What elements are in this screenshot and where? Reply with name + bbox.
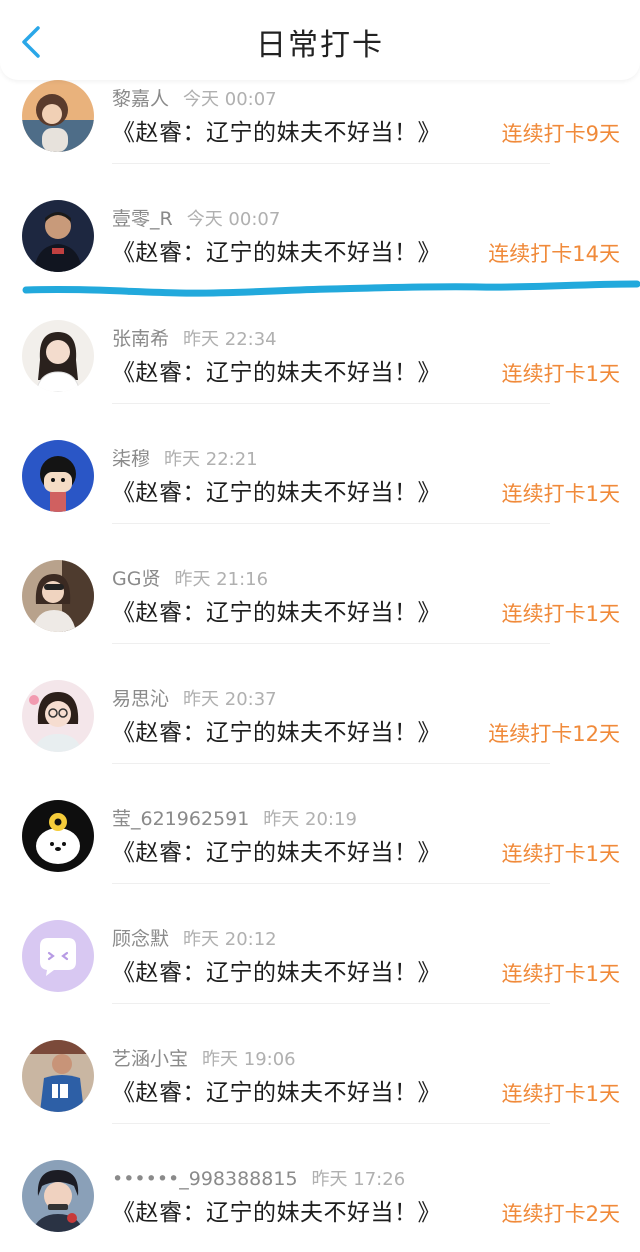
list-item[interactable]: GG贤 昨天 21:16 《赵睿：辽宁的妹夫不好当！》 连续打卡1天 [0, 524, 640, 644]
checkin-time: 昨天 22:21 [164, 449, 258, 470]
checkin-content[interactable]: 《赵睿：辽宁的妹夫不好当！》 [112, 838, 441, 868]
user-name-text: 顾念默 [112, 928, 170, 950]
checkin-time: 昨天 22:34 [183, 329, 277, 350]
checkin-content[interactable]: 《赵睿：辽宁的妹夫不好当！》 [112, 958, 441, 988]
streak-label: 连续打卡9天 [501, 122, 620, 146]
checkin-content[interactable]: 《赵睿：辽宁的妹夫不好当！》 [112, 358, 441, 388]
avatar[interactable] [22, 680, 94, 752]
checkin-time: 昨天 17:26 [311, 1169, 406, 1190]
user-name: GG贤 昨天 21:16 [112, 567, 268, 592]
user-name: 顾念默 昨天 20:12 [112, 927, 277, 952]
checkin-content[interactable]: 《赵睿：辽宁的妹夫不好当！》 [112, 718, 441, 748]
user-name-text: 柒穆 [112, 448, 151, 470]
avatar[interactable] [22, 1160, 94, 1232]
avatar[interactable] [22, 320, 94, 392]
checkin-content[interactable]: 《赵睿：辽宁的妹夫不好当！》 [112, 238, 441, 268]
avatar[interactable] [22, 440, 94, 512]
list-item[interactable]: 易思沁 昨天 20:37 《赵睿：辽宁的妹夫不好当！》 连续打卡12天 [0, 644, 640, 764]
list-item[interactable]: 张南希 昨天 22:34 《赵睿：辽宁的妹夫不好当！》 连续打卡1天 [0, 284, 640, 404]
avatar[interactable] [22, 800, 94, 872]
list-item[interactable]: 莹_621962591 昨天 20:19 《赵睿：辽宁的妹夫不好当！》 连续打卡1… [0, 764, 640, 884]
streak-label: 连续打卡14天 [488, 242, 620, 266]
user-name-text: 艺涵小宝 [112, 1048, 189, 1070]
user-name: ••••••_998388815 昨天 17:26 [112, 1167, 405, 1192]
avatar[interactable] [22, 920, 94, 992]
checkin-content[interactable]: 《赵睿：辽宁的妹夫不好当！》 [112, 118, 441, 148]
checkin-time: 今天 00:07 [186, 209, 281, 230]
streak-label: 连续打卡12天 [488, 722, 620, 746]
checkin-content[interactable]: 《赵睿：辽宁的妹夫不好当！》 [112, 598, 441, 628]
checkin-time: 今天 00:07 [183, 89, 277, 110]
avatar[interactable] [22, 1040, 94, 1112]
user-name: 莹_621962591 昨天 20:19 [112, 807, 357, 832]
streak-label: 连续打卡2天 [501, 1202, 620, 1226]
user-name: 壹零_R 今天 00:07 [112, 207, 280, 232]
page-title: 日常打卡 [256, 28, 384, 63]
streak-label: 连续打卡1天 [501, 602, 620, 626]
streak-label: 连续打卡1天 [501, 362, 620, 386]
checkin-time: 昨天 21:16 [174, 569, 269, 590]
list-item[interactable]: ••••••_998388815 昨天 17:26 《赵睿：辽宁的妹夫不好当！》 … [0, 1124, 640, 1244]
user-name: 黎嘉人 今天 00:07 [112, 87, 277, 112]
avatar[interactable] [22, 200, 94, 272]
list-item[interactable]: 顾念默 昨天 20:12 《赵睿：辽宁的妹夫不好当！》 连续打卡1天 [0, 884, 640, 1004]
streak-label: 连续打卡1天 [501, 962, 620, 986]
avatar[interactable] [22, 560, 94, 632]
avatar[interactable] [22, 80, 94, 152]
user-name-text: GG贤 [112, 568, 161, 590]
checkin-content[interactable]: 《赵睿：辽宁的妹夫不好当！》 [112, 1078, 441, 1108]
streak-label: 连续打卡1天 [501, 1082, 620, 1106]
header-bar: 日常打卡 [0, 0, 640, 80]
checkin-time: 昨天 20:12 [183, 929, 277, 950]
list-item[interactable]: 艺涵小宝 昨天 19:06 《赵睿：辽宁的妹夫不好当！》 连续打卡1天 [0, 1004, 640, 1124]
user-name: 易思沁 昨天 20:37 [112, 687, 277, 712]
user-name-text: 壹零_R [112, 208, 173, 230]
user-name-text: 易思沁 [112, 688, 170, 710]
streak-label: 连续打卡1天 [501, 482, 620, 506]
user-name: 艺涵小宝 昨天 19:06 [112, 1047, 296, 1072]
user-name-text: 莹_621962591 [112, 808, 250, 830]
list-item[interactable]: 柒穆 昨天 22:21 《赵睿：辽宁的妹夫不好当！》 连续打卡1天 [0, 404, 640, 524]
page: 日常打卡 黎嘉人今天 00:07 《赵睿：辽宁的妹夫不好当！》 连续打卡9天 [0, 0, 640, 1252]
user-name: 柒穆 昨天 22:21 [112, 447, 258, 472]
checkin-time: 昨天 20:19 [263, 809, 357, 830]
checkin-content[interactable]: 《赵睿：辽宁的妹夫不好当！》 [112, 478, 441, 508]
checkin-content[interactable]: 《赵睿：辽宁的妹夫不好当！》 [112, 1198, 441, 1228]
streak-label: 连续打卡1天 [501, 842, 620, 866]
list-item[interactable]: 壹零_R 今天 00:07 《赵睿：辽宁的妹夫不好当！》 连续打卡14天 [0, 164, 640, 284]
user-name-text: ••••••_998388815 [112, 1168, 298, 1190]
user-name: 张南希 昨天 22:34 [112, 327, 277, 352]
user-name-text: 张南希 [112, 328, 170, 350]
user-name-text: 黎嘉人 [112, 88, 170, 110]
checkin-time: 昨天 20:37 [183, 689, 277, 710]
checkin-time: 昨天 19:06 [202, 1049, 296, 1070]
